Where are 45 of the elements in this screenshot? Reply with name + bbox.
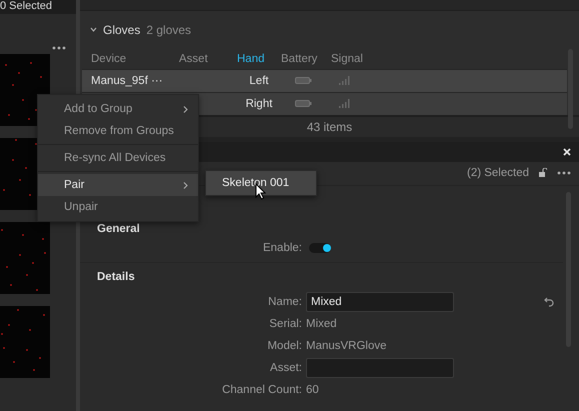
section-title: General: [97, 223, 140, 235]
menu-item[interactable]: Skeleton 001: [206, 171, 316, 195]
chevron-right-icon: [183, 182, 188, 188]
field-label: Model:: [266, 340, 302, 352]
field-label: Channel Count:: [221, 384, 302, 396]
lock-icon[interactable]: [539, 168, 547, 178]
toggle-switch[interactable]: [309, 243, 331, 253]
chevron-right-icon: [183, 106, 188, 112]
signal-icon: [339, 76, 351, 86]
input-field[interactable]: [306, 358, 454, 378]
menu-item[interactable]: Add to Group: [38, 98, 198, 120]
battery-icon: [295, 77, 312, 84]
input-field[interactable]: Mixed: [306, 292, 454, 312]
chevron-icon[interactable]: [90, 27, 97, 32]
more-icon[interactable]: [52, 46, 66, 50]
menu-item[interactable]: Unpair: [38, 196, 198, 218]
undo-icon[interactable]: [544, 297, 554, 307]
table-cell-text: Manus_95f ···: [91, 74, 164, 87]
table-cell-text: Right: [244, 98, 274, 110]
column-header[interactable]: Asset: [179, 52, 237, 65]
column-header[interactable]: Signal: [331, 52, 567, 65]
field-value: 60: [306, 384, 320, 396]
field-value: ManusVRGlove: [306, 340, 388, 352]
battery-icon: [295, 100, 312, 108]
table-cell-text: Left: [248, 74, 270, 87]
group-title: Gloves: [103, 22, 140, 37]
menu-item[interactable]: Remove from Groups: [38, 120, 198, 142]
column-header[interactable]: Battery: [281, 52, 331, 65]
group-count: 2 gloves: [146, 22, 192, 37]
column-header[interactable]: Device: [91, 52, 179, 65]
field-label: Serial:: [268, 318, 302, 330]
field-label: Name:: [267, 296, 302, 308]
menu-item[interactable]: Pair: [38, 174, 198, 196]
field-value: Mixed: [306, 318, 338, 330]
menu-item[interactable]: Re-sync All Devices: [38, 147, 198, 169]
more-icon[interactable]: [557, 171, 571, 176]
close-icon[interactable]: [563, 148, 571, 156]
signal-icon: [339, 99, 351, 108]
field-label: Enable:: [262, 242, 302, 254]
field-label: Asset:: [269, 362, 302, 374]
selection-status: 0 Selected: [0, 0, 76, 14]
section-title: Details: [97, 271, 135, 283]
selection-count: (2) Selected: [466, 167, 529, 180]
column-header[interactable]: Hand: [237, 52, 281, 65]
item-count: 43 items: [306, 120, 352, 134]
